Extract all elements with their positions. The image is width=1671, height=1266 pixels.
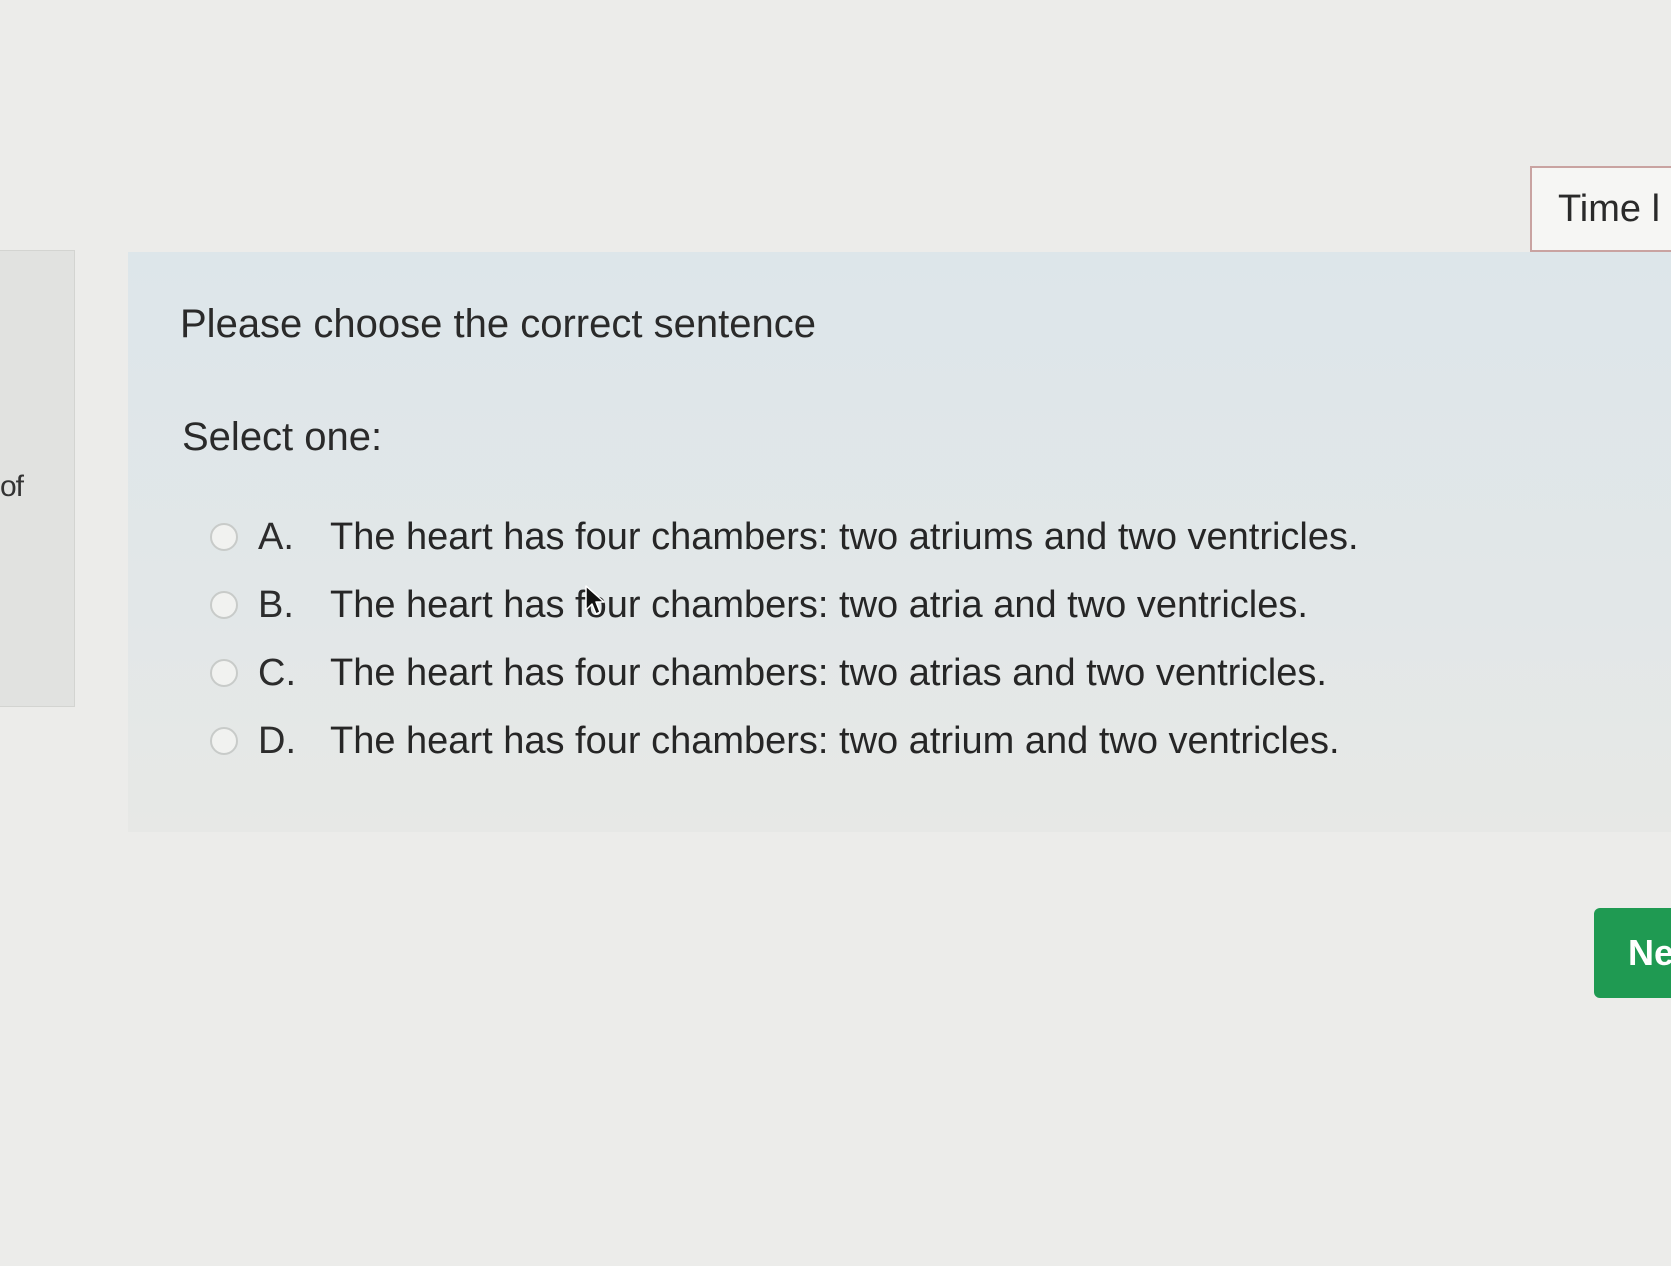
answer-letter: D. <box>258 719 296 762</box>
answer-option-a[interactable]: A. The heart has four chambers: two atri… <box>210 503 1510 571</box>
answer-letter: C. <box>258 651 296 694</box>
answer-letter: A. <box>258 515 294 558</box>
radio-button-icon[interactable] <box>210 591 238 619</box>
answer-text[interactable]: The heart has four chambers: two atrium … <box>330 720 1340 763</box>
answer-option-d[interactable]: D. The heart has four chambers: two atri… <box>210 707 1510 775</box>
answer-option-c[interactable]: C. The heart has four chambers: two atri… <box>210 639 1510 707</box>
radio-button-icon[interactable] <box>210 523 238 551</box>
next-page-button[interactable]: Ne <box>1594 908 1671 998</box>
mouse-pointer-icon <box>585 585 605 615</box>
radio-button-icon[interactable] <box>210 659 238 687</box>
select-one-prompt: Select one: <box>182 415 383 459</box>
answer-option-b[interactable]: B. The heart has four chambers: two atri… <box>210 571 1510 639</box>
answer-letter: B. <box>258 583 294 626</box>
question-text: Please choose the correct sentence <box>180 302 816 346</box>
radio-button-icon[interactable] <box>210 727 238 755</box>
answer-text[interactable]: The heart has four chambers: two atria a… <box>330 584 1308 627</box>
answer-options: A. The heart has four chambers: two atri… <box>210 503 1510 775</box>
left-panel-fragment-text: of <box>0 470 24 503</box>
answer-text[interactable]: The heart has four chambers: two atrias … <box>330 652 1327 695</box>
answer-text[interactable]: The heart has four chambers: two atriums… <box>330 516 1359 559</box>
time-left-box: Time l <box>1530 166 1671 252</box>
